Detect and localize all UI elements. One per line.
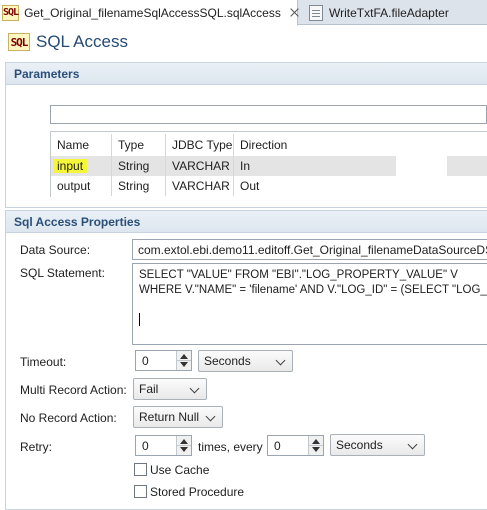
table-row[interactable]: output String VARCHAR Out [51,176,487,196]
tab-file-adapter[interactable]: WriteTxtFA.fileAdapter [305,0,487,25]
tab-label: WriteTxtFA.fileAdapter [329,5,449,20]
param-jdbc-type-cell[interactable]: VARCHAR [165,156,233,176]
text-caret [139,313,140,326]
parameters-filter-input[interactable] [50,105,487,124]
retry-unit-value: Seconds [336,438,383,452]
data-source-field[interactable]: com.extol.ebi.demo11.editoff.Get_Origina… [132,239,487,260]
timeout-spinner[interactable]: 0 [135,350,192,371]
page-title: SQL SQL Access [8,31,128,53]
table-header: Name Type JDBC Type Direction [51,134,487,156]
spinner-arrows[interactable] [308,436,323,455]
param-type-cell[interactable]: String [111,176,165,196]
spinner-down-icon[interactable] [180,447,188,452]
param-direction-cell[interactable]: Out [233,176,353,196]
param-jdbc-type-cell[interactable]: VARCHAR [165,176,233,196]
chevron-down-icon [275,355,286,366]
spinner-down-icon[interactable] [312,447,320,452]
row-selection-background [447,156,487,176]
sql-icon: SQL [8,33,30,51]
multi-record-action-label: Multi Record Action: [20,383,127,397]
sql-statement-label: SQL Statement: [20,266,105,280]
chevron-down-icon [189,383,200,394]
column-header-jdbc-type[interactable]: JDBC Type [165,134,233,156]
retry-unit-select[interactable]: Seconds [330,434,425,456]
close-icon[interactable] [289,7,297,18]
properties-section-header[interactable]: Sql Access Properties [6,211,487,233]
use-cache-label[interactable]: Use Cache [150,463,209,477]
spinner-up-icon[interactable] [180,439,188,444]
editor-tab-bar: SQL Get_Original_filenameSqlAccessSQL.sq… [0,0,487,26]
highlighted-param-name: input [53,159,88,173]
file-adapter-icon [309,4,323,21]
retry-interval-value: 0 [274,439,281,453]
timeout-unit-value: Seconds [204,354,251,368]
column-header-name[interactable]: Name [51,134,111,156]
chevron-down-icon [407,439,418,450]
parameters-section-header[interactable]: Parameters [6,63,487,85]
tab-label: Get_Original_filenameSqlAccessSQL.sqlAcc… [24,5,281,20]
sql-statement-textarea[interactable]: SELECT "VALUE" FROM "EBI"."LOG_PROPERTY_… [132,263,487,345]
stored-procedure-label[interactable]: Stored Procedure [150,485,244,499]
spinner-up-icon[interactable] [180,354,188,359]
sql-line: WHERE V."NAME" = 'filename' AND V."LOG_I… [139,284,487,296]
no-record-action-label: No Record Action: [20,411,117,425]
sql-icon: SQL [2,4,19,21]
spinner-arrows[interactable] [176,436,191,455]
timeout-label: Timeout: [20,355,67,369]
no-record-action-value: Return Null [139,410,200,424]
retry-every-label: times, every [198,440,263,454]
table-row[interactable]: input String VARCHAR In [51,156,487,176]
spinner-down-icon[interactable] [180,362,188,367]
sql-line: SELECT "VALUE" FROM "EBI"."LOG_PROPERTY_… [139,269,458,281]
retry-interval-spinner[interactable]: 0 [267,435,324,456]
spinner-up-icon[interactable] [312,439,320,444]
column-header-type[interactable]: Type [111,134,165,156]
stored-procedure-checkbox[interactable] [134,485,147,498]
timeout-unit-select[interactable]: Seconds [198,350,293,372]
param-name-cell[interactable]: input [51,156,111,176]
page-title-text: SQL Access [36,32,128,51]
multi-record-action-select[interactable]: Fail [133,378,207,400]
use-cache-checkbox[interactable] [134,463,147,476]
chevron-down-icon [205,411,216,422]
param-name-cell[interactable]: output [51,176,111,196]
retry-count-value: 0 [142,439,149,453]
timeout-value: 0 [142,354,149,368]
retry-count-spinner[interactable]: 0 [135,435,192,456]
tab-sql-access[interactable]: SQL Get_Original_filenameSqlAccessSQL.sq… [0,0,298,26]
parameters-table: Name Type JDBC Type Direction input Stri… [50,131,487,197]
data-source-label: Data Source: [20,243,91,257]
no-record-action-select[interactable]: Return Null [133,406,223,428]
param-type-cell[interactable]: String [111,156,165,176]
retry-label: Retry: [20,440,53,454]
multi-record-action-value: Fail [139,382,159,396]
param-direction-cell[interactable]: In [233,156,353,176]
column-header-direction[interactable]: Direction [233,134,353,156]
spinner-arrows[interactable] [176,351,191,370]
